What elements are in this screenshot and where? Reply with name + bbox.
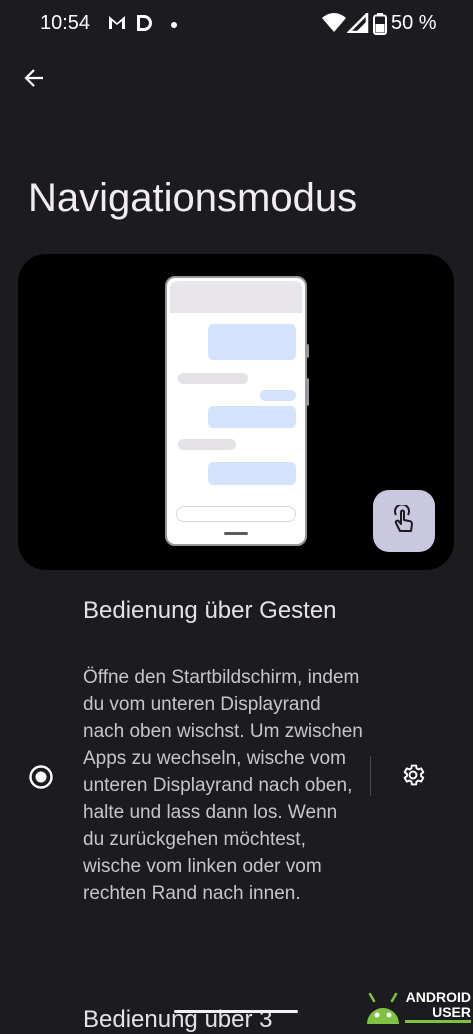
chat-bubble bbox=[208, 406, 296, 428]
option-title: Bedienung über Gesten bbox=[83, 597, 337, 624]
android-logo-icon bbox=[363, 988, 403, 1029]
android-user-watermark: ANDROID USER bbox=[363, 988, 473, 1024]
phone-mockup-handle bbox=[224, 532, 248, 535]
gesture-tutorial-button[interactable] bbox=[373, 490, 435, 552]
phone-side-button bbox=[305, 378, 309, 406]
chat-bubble bbox=[178, 439, 236, 450]
phone-mockup-header bbox=[170, 281, 302, 313]
gmail-icon bbox=[107, 13, 127, 36]
chat-bubble bbox=[208, 324, 296, 360]
touch-gesture-icon bbox=[391, 502, 417, 538]
signal-icon bbox=[345, 10, 369, 38]
option-description: Öffne den Startbildschirm, indem du vom … bbox=[83, 667, 363, 904]
arrow-back-icon bbox=[23, 67, 45, 94]
chat-bubble bbox=[208, 462, 296, 485]
watermark-line1: ANDROID bbox=[405, 989, 471, 1005]
back-button[interactable] bbox=[14, 60, 54, 100]
wifi-icon bbox=[322, 13, 346, 38]
battery-percent: 50 % bbox=[391, 12, 437, 34]
battery-icon bbox=[373, 13, 387, 40]
watermark-underline bbox=[405, 1020, 471, 1023]
watermark-text: ANDROID USER bbox=[405, 990, 471, 1020]
navigation-preview-illustration bbox=[18, 254, 454, 570]
phone-side-button bbox=[305, 344, 309, 358]
status-time: 10:54 bbox=[40, 12, 91, 34]
system-gesture-handle[interactable] bbox=[174, 1010, 298, 1013]
gesture-navigation-option[interactable]: Bedienung über Gesten Öffne den Startbil… bbox=[0, 590, 473, 970]
chat-bubble bbox=[178, 373, 248, 384]
gesture-settings-button[interactable] bbox=[398, 762, 428, 792]
app-d-icon bbox=[134, 13, 154, 38]
dot-icon bbox=[170, 16, 178, 34]
chat-bubble bbox=[260, 390, 296, 401]
gesture-navigation-radio[interactable] bbox=[28, 764, 54, 790]
phone-mockup bbox=[165, 276, 307, 546]
divider bbox=[370, 756, 371, 796]
status-bar: 10:54 50 % bbox=[0, 0, 473, 48]
watermark-line2: USER bbox=[432, 1004, 471, 1020]
gear-icon bbox=[400, 762, 426, 793]
phone-mockup-input bbox=[176, 506, 296, 522]
page-title: Navigationsmodus bbox=[28, 176, 358, 220]
